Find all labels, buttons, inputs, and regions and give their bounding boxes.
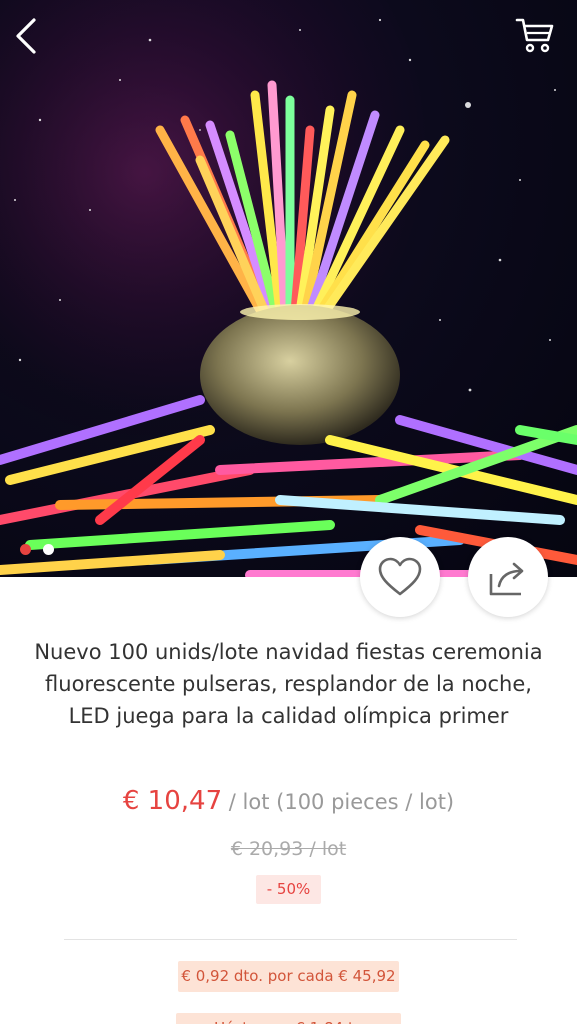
original-price: € 20,93 / lot xyxy=(230,838,347,860)
coupon-badge[interactable]: € 0,92 dto. por cada € 45,92 xyxy=(178,961,399,992)
discount-badge: - 50% xyxy=(256,875,321,904)
gallery-pagination xyxy=(20,544,54,555)
shopping-cart-icon xyxy=(515,18,554,53)
price-row: € 10,47 / lot (100 pieces / lot) xyxy=(0,786,577,816)
divider xyxy=(64,939,517,940)
share-button[interactable] xyxy=(468,537,548,617)
product-title: Nuevo 100 unids/lote navidad fiestas cer… xyxy=(34,640,543,728)
share-icon xyxy=(489,562,524,596)
favorite-button[interactable] xyxy=(360,537,440,617)
heart-icon xyxy=(378,557,422,596)
pagination-dot-active[interactable] xyxy=(20,544,31,555)
back-button[interactable] xyxy=(12,16,62,66)
product-image-gallery[interactable] xyxy=(0,0,577,577)
coupon-badge-secondary[interactable]: Hásta ...... € 1,84 ta xyxy=(176,1013,401,1024)
chevron-left-icon xyxy=(16,18,36,54)
pagination-dot[interactable] xyxy=(43,544,54,555)
cart-button[interactable] xyxy=(515,16,565,66)
price-unit: / lot (100 pieces / lot) xyxy=(222,790,455,814)
glow-sticks-product-image xyxy=(0,0,577,577)
current-price: € 10,47 xyxy=(122,786,223,816)
